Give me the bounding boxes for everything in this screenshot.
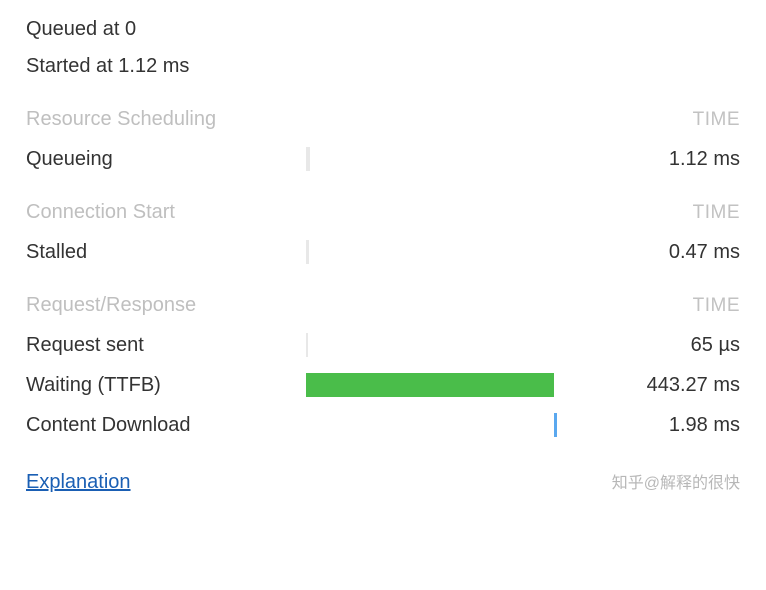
timing-bar-area <box>306 333 558 357</box>
section-header: Resource Scheduling TIME <box>26 108 740 131</box>
waiting-ttfb-row: Waiting (TTFB) 443.27 ms <box>26 373 740 397</box>
queued-at-text: Queued at 0 <box>26 18 740 41</box>
row-label: Request sent <box>26 334 306 357</box>
resource-scheduling-section: Resource Scheduling TIME Queueing 1.12 m… <box>26 108 740 171</box>
queueing-row: Queueing 1.12 ms <box>26 147 740 171</box>
row-value: 0.47 ms <box>558 241 740 264</box>
row-label: Waiting (TTFB) <box>26 374 306 397</box>
section-title: Resource Scheduling <box>26 108 216 131</box>
row-value: 1.12 ms <box>558 148 740 171</box>
row-label: Stalled <box>26 241 306 264</box>
time-column-header: TIME <box>693 295 740 317</box>
request-sent-bar <box>306 333 308 357</box>
request-response-section: Request/Response TIME Request sent 65 µs… <box>26 294 740 437</box>
request-sent-row: Request sent 65 µs <box>26 333 740 357</box>
time-column-header: TIME <box>693 109 740 131</box>
section-title: Connection Start <box>26 201 175 224</box>
content-download-bar <box>554 413 557 437</box>
row-label: Content Download <box>26 414 306 437</box>
timing-bar-area <box>306 147 558 171</box>
timing-bar-area <box>306 413 558 437</box>
connection-start-section: Connection Start TIME Stalled 0.47 ms <box>26 201 740 264</box>
row-value: 443.27 ms <box>558 374 740 397</box>
content-download-row: Content Download 1.98 ms <box>26 413 740 437</box>
row-value: 65 µs <box>558 334 740 357</box>
section-header: Connection Start TIME <box>26 201 740 224</box>
stalled-bar <box>306 240 309 264</box>
row-value: 1.98 ms <box>558 414 740 437</box>
section-title: Request/Response <box>26 294 196 317</box>
row-label: Queueing <box>26 148 306 171</box>
watermark-text: 知乎@解释的很快 <box>612 469 740 493</box>
timing-bar-area <box>306 373 558 397</box>
queueing-bar <box>306 147 310 171</box>
timing-bar-area <box>306 240 558 264</box>
time-column-header: TIME <box>693 202 740 224</box>
waiting-ttfb-bar <box>306 373 554 397</box>
footer-row: Explanation 知乎@解释的很快 <box>26 469 740 494</box>
started-at-text: Started at 1.12 ms <box>26 55 740 78</box>
explanation-link[interactable]: Explanation <box>26 471 131 494</box>
stalled-row: Stalled 0.47 ms <box>26 240 740 264</box>
section-header: Request/Response TIME <box>26 294 740 317</box>
